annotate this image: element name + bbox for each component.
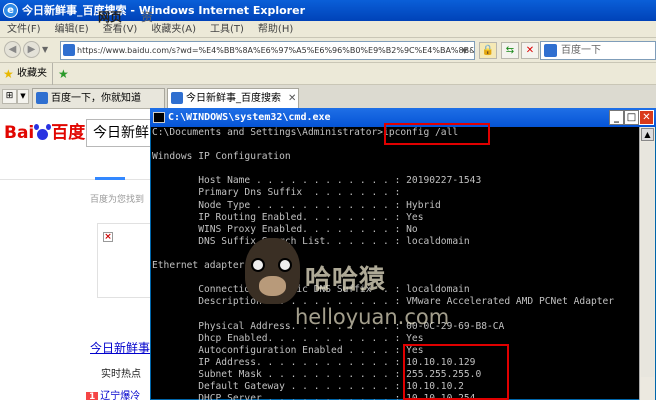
highlight-command: [384, 123, 490, 145]
result-count: 百度为您找到: [90, 195, 145, 205]
watermark-muzzle: [259, 276, 286, 296]
page-favicon-icon: [63, 44, 75, 56]
address-url: https://www.baidu.com/s?wd=%E4%BB%8A%E6%…: [77, 46, 475, 55]
paw-icon: [34, 123, 52, 140]
watermark-eye: [251, 258, 265, 272]
cmd-line: Ethernet adapter 本地连接:: [152, 260, 295, 272]
cmd-line: Default Gateway . . . . . . . . . : 10.1…: [152, 380, 464, 392]
menu-file[interactable]: 文件(F): [0, 21, 48, 38]
cmd-line: [152, 248, 634, 260]
nav-web[interactable]: 网页: [98, 8, 122, 25]
baidu-nav: [0, 150, 160, 180]
cmd-line: Windows IP Configuration: [152, 151, 291, 163]
tab-favicon-icon: [171, 92, 183, 104]
address-bar[interactable]: https://www.baidu.com/s?wd=%E4%BB%8A%E6%…: [60, 41, 475, 60]
cmd-line: IP Routing Enabled. . . . . . . . : Yes: [152, 211, 424, 223]
cmd-line: Connection-specific DNS Suffix . : local…: [152, 284, 470, 296]
tab-favicon-icon: [36, 92, 48, 104]
favorites-label[interactable]: 收藏夹: [17, 63, 47, 85]
favorites-bar: ★ 收藏夹 ★: [0, 63, 656, 85]
cmd-output[interactable]: C:\Documents and Settings\Administrator>…: [152, 127, 634, 400]
favorites-star-icon[interactable]: ★: [3, 63, 14, 85]
cmd-line: DNS Suffix Search List. . . . . . : loca…: [152, 235, 470, 247]
tab-list-icon[interactable]: ▼: [17, 89, 29, 104]
broken-image-icon: ×: [103, 232, 113, 242]
hot-item-title: 辽宁爆冷: [100, 391, 141, 400]
hot-news-link[interactable]: 今日新鲜事: [90, 339, 150, 356]
divider: [52, 63, 53, 85]
minimize-button[interactable]: _: [609, 110, 624, 125]
cmd-line: Host Name . . . . . . . . . . . . : 2019…: [152, 175, 482, 187]
cmd-line: IP Address. . . . . . . . . . . . : 10.1…: [152, 356, 476, 368]
tab-close-icon[interactable]: ✕: [288, 89, 296, 108]
cmd-line: Node Type . . . . . . . . . . . . : Hybr…: [152, 199, 441, 211]
ie-logo-icon: e: [3, 3, 18, 18]
cmd-line: Autoconfiguration Enabled . . . . : Yes: [152, 344, 424, 356]
search-placeholder: 百度一下: [561, 45, 601, 56]
baidu-search-input[interactable]: 今日新鲜: [86, 119, 156, 147]
cmd-line: [152, 163, 634, 175]
cmd-line: [152, 272, 634, 284]
tab-baidu-home[interactable]: 百度一下，你就知道: [32, 88, 165, 108]
cmd-scrollbar[interactable]: ▲: [639, 127, 655, 400]
address-toolbar: ◀ ▶ ▼ https://www.baidu.com/s?wd=%E4%BB%…: [0, 38, 656, 63]
tab-baidu-search[interactable]: 今日新鲜事_百度搜索 ✕: [167, 88, 299, 108]
search-box[interactable]: 百度一下: [540, 41, 656, 60]
cmd-line: Primary Dns Suffix . . . . . . . :: [152, 187, 401, 199]
cmd-icon: [153, 112, 165, 123]
back-icon[interactable]: ◀: [4, 41, 21, 58]
forward-icon[interactable]: ▶: [23, 41, 40, 58]
add-favorite-icon[interactable]: ★: [58, 63, 69, 85]
maximize-button[interactable]: □: [624, 110, 639, 125]
stop-icon[interactable]: ✕: [521, 42, 539, 59]
watermark-url: helloyuan.com: [295, 305, 450, 329]
scroll-up-icon[interactable]: ▲: [641, 128, 654, 141]
lock-icon[interactable]: 🔒: [479, 42, 497, 59]
tab-label: 百度一下，你就知道: [51, 93, 141, 104]
hot-list-item[interactable]: 1 辽宁爆冷: [86, 387, 140, 400]
tab-label: 今日新鲜事_百度搜索: [186, 93, 281, 104]
menu-tools[interactable]: 工具(T): [203, 21, 251, 38]
watermark-name: 哈哈猿: [305, 265, 387, 295]
cmd-line: DHCP Server . . . . . . . . . . . : 10.1…: [152, 393, 476, 400]
quick-tabs-icon[interactable]: ⊞: [2, 89, 17, 104]
refresh-icon[interactable]: ⇆: [501, 42, 519, 59]
cmd-line: WINS Proxy Enabled. . . . . . . . : No: [152, 223, 418, 235]
menu-favorites[interactable]: 收藏夹(A): [144, 21, 203, 38]
menu-edit[interactable]: 编辑(E): [48, 21, 96, 38]
cmd-title: C:\WINDOWS\system32\cmd.exe: [168, 112, 331, 123]
watermark-eye: [278, 258, 292, 272]
cmd-line: Subnet Mask . . . . . . . . . . . : 255.…: [152, 368, 482, 380]
search-provider-icon: [544, 44, 557, 57]
baidu-logo[interactable]: Bai 百度: [4, 116, 85, 150]
nav-next[interactable]: 资: [141, 8, 153, 25]
tab-realtime-hot[interactable]: 实时热点: [101, 365, 141, 380]
close-button[interactable]: ✕: [639, 110, 654, 125]
scroll-thumb[interactable]: [641, 142, 654, 377]
monkey-watermark-icon: [245, 238, 300, 304]
history-dropdown-icon[interactable]: ▼: [42, 45, 48, 54]
cmd-line: Dhcp Enabled. . . . . . . . . . . : Yes: [152, 332, 424, 344]
address-dropdown-icon[interactable]: ▼: [462, 47, 467, 55]
tab-bar: ⊞ ▼ 百度一下，你就知道 今日新鲜事_百度搜索 ✕: [0, 85, 656, 109]
window-title: 今日新鲜事_百度搜索 - Windows Internet Explorer: [22, 4, 305, 17]
nav-active-indicator: [95, 177, 125, 180]
rank-badge: 1: [86, 392, 99, 400]
menu-help[interactable]: 帮助(H): [251, 21, 300, 38]
highlight-ip-settings: [403, 344, 509, 400]
